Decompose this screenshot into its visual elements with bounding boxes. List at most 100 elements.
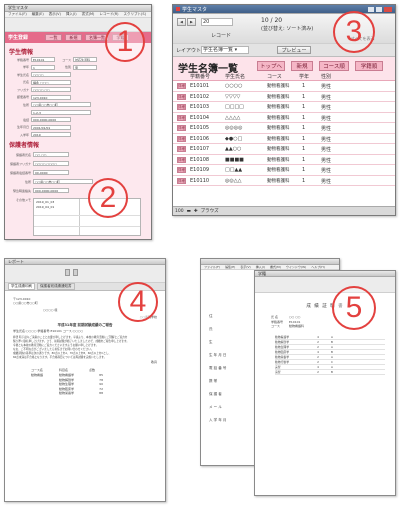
field-input[interactable]: 1-2-3 xyxy=(31,109,91,115)
zoom-in-icon[interactable]: ✚ xyxy=(194,209,198,214)
window-title: レポート xyxy=(8,258,24,264)
field-input[interactable]: 000-0000-0000 xyxy=(31,117,71,123)
detail-button-label: 詳細 xyxy=(178,115,185,120)
cell-student-id: E10104 xyxy=(190,114,210,121)
nav-id-button[interactable]: 学籍順 xyxy=(355,61,383,71)
layout-select[interactable]: 学生名簿一覧 ▾ xyxy=(201,46,249,54)
close-icon[interactable] xyxy=(384,6,392,12)
field-input[interactable]: 1 xyxy=(31,64,55,70)
field-input[interactable]: 000-0000-0000 xyxy=(33,188,69,193)
table-row[interactable]: 詳細 E10107 ▲▲○○ 動物看護科 1 男性 xyxy=(173,144,395,155)
field-input[interactable]: ○○○○ ○○○○ xyxy=(33,161,69,166)
cell-subject: 動物臨床学 xyxy=(275,349,289,354)
menu-item[interactable]: 編集(E) xyxy=(32,12,44,17)
report-title: 平成31年度 前期試験成績のご報告 xyxy=(57,322,113,327)
page-icon[interactable] xyxy=(73,269,78,276)
table-row[interactable]: 詳細 E10110 ◎◎△△ 動物看護科 1 男性 xyxy=(173,176,395,186)
field-input[interactable]: 男 xyxy=(73,64,97,70)
cell-credits: 4 xyxy=(317,334,319,339)
grades-rows: 動物看護 動物看護学 85 動物解剖学 78 動物生理学 90 動物臨床学 72 動物栄養学 88 xyxy=(31,373,157,396)
nav-course-button[interactable]: コース順 xyxy=(319,61,349,71)
table-row[interactable]: 詳細 E10105 ◎◎◎◎ 動物看護科 1 男性 xyxy=(173,123,395,134)
table-row[interactable]: 詳細 E10106 ◆●○□ 動物看護科 1 男性 xyxy=(173,134,395,144)
memo-divider xyxy=(34,215,140,216)
field-label: 学生氏名 xyxy=(16,72,29,77)
detail-button[interactable]: 詳細 xyxy=(177,146,186,152)
side-label: 住 xyxy=(209,314,213,318)
tab-roster-label: 名簿一覧 xyxy=(89,34,105,40)
table-row[interactable]: 詳細 E10109 □□▲▲ 動物看護科 1 男性 xyxy=(173,165,395,176)
menu-item[interactable]: 表示(V) xyxy=(49,12,61,17)
zoom-level[interactable]: 100 xyxy=(175,209,184,214)
detail-button[interactable]: 詳細 xyxy=(177,167,186,173)
field-input[interactable]: 123-0010 xyxy=(31,94,71,100)
detail-button-label: 詳細 xyxy=(178,147,185,151)
detail-button[interactable]: 詳細 xyxy=(177,125,186,131)
cell-sex: 男性 xyxy=(321,136,332,143)
next-record-button[interactable]: ▶ xyxy=(187,18,196,26)
table-row[interactable]: 詳細 E10103 □□□□ 動物看護科 1 男性 xyxy=(173,102,395,113)
detail-button[interactable]: 詳細 xyxy=(177,83,186,89)
detail-button[interactable]: 詳細 xyxy=(177,135,186,142)
layout-select-value: 学生名簿一覧 xyxy=(203,47,234,53)
field-input[interactable]: ○○ ○○ xyxy=(33,152,69,157)
tab-list[interactable]: 一覧 xyxy=(45,34,62,41)
tab-grade-print[interactable]: 学生成績印刷 xyxy=(8,283,35,290)
field-input[interactable]: E10101 xyxy=(31,57,55,63)
detail-button[interactable]: 詳細 xyxy=(177,104,186,110)
menu-item[interactable]: ウインドウ(W) xyxy=(286,265,306,269)
detail-button[interactable]: 詳細 xyxy=(177,93,186,100)
zoom-out-icon[interactable]: ▬ xyxy=(187,209,191,214)
nav-top-button[interactable]: トップへ xyxy=(257,61,285,71)
field-input[interactable]: ○○県○○市○○町 xyxy=(33,179,93,184)
window-titlebar[interactable]: 学生マスタ xyxy=(5,5,151,12)
menu-item[interactable]: ヘルプ(H) xyxy=(311,265,325,269)
table-row[interactable]: 詳細 E10104 △△△△ 動物看護科 1 男性 xyxy=(173,113,395,123)
detail-button[interactable]: 詳細 xyxy=(177,156,186,163)
field-input[interactable]: ○○○○ ○○ xyxy=(31,87,71,93)
menu-item[interactable]: スクリプト(S) xyxy=(124,12,146,17)
field-input[interactable]: ○○県○○市○○町 xyxy=(31,102,91,108)
menu-item[interactable]: ファイル(F) xyxy=(8,12,27,17)
nav-new-button[interactable]: 新規 xyxy=(291,61,313,71)
table-row[interactable]: 詳細 E10101 ○○○○ 動物看護科 1 男性 xyxy=(173,81,395,92)
menu-item[interactable]: 書式(M) xyxy=(270,265,281,269)
status-mode[interactable]: ブラウズ xyxy=(201,208,219,214)
detail-button[interactable]: 詳細 xyxy=(177,177,186,184)
tab-new[interactable]: 新規 xyxy=(65,34,82,41)
menu-item[interactable]: レコード(R) xyxy=(99,12,118,17)
tab-guardian-report[interactable]: 保護者宛成績通知書 xyxy=(37,283,75,290)
annotation-number-3: 3 xyxy=(333,11,375,53)
form-row: 入学年 2019 xyxy=(7,131,147,139)
menu-item[interactable]: 表示(V) xyxy=(240,265,250,269)
form-row: フリガナ ○○○○ ○○ xyxy=(7,86,147,94)
field-input[interactable]: ○○○○ xyxy=(31,72,71,78)
prev-record-button[interactable]: ◀ xyxy=(177,18,186,26)
minimize-icon[interactable] xyxy=(368,6,374,12)
field-input[interactable]: 福永 □□□ xyxy=(31,79,71,85)
maximize-icon[interactable] xyxy=(376,6,382,12)
field-input[interactable]: 対応生活科 xyxy=(73,57,97,63)
form-row: 住所 ○○県○○市○○町 xyxy=(7,177,147,186)
menu-item[interactable]: ウインドウ(W) xyxy=(151,12,152,17)
cell-student-name: △△△△ xyxy=(225,114,241,121)
cell-year: 1 xyxy=(302,167,306,173)
menu-item[interactable]: 編集(E) xyxy=(225,265,235,269)
field-input[interactable]: 2001/01/01 xyxy=(31,124,71,130)
cell-sex: 男性 xyxy=(321,105,332,111)
record-number-input[interactable]: 20 xyxy=(201,18,233,26)
student-fields: 学籍番号 E10101 コース 対応生活科 学年 1 性別男学生氏名 ○○○○ 氏名 福永 □□□… xyxy=(7,56,147,139)
cell-grade: A xyxy=(331,354,333,359)
menu-item[interactable]: ファイル(F) xyxy=(204,265,220,269)
preview-button[interactable]: プレビュー xyxy=(277,46,311,54)
table-row[interactable]: 詳細 E10102 ▽▽▽▽ 動物看護科 1 男性 xyxy=(173,92,395,102)
menu-item[interactable]: 挿入(I) xyxy=(256,265,265,269)
field-input[interactable]: 2019 xyxy=(31,132,71,138)
table-row[interactable]: 詳細 E10108 ■■■■ 動物看護科 1 男性 xyxy=(173,155,395,165)
page-icon[interactable] xyxy=(65,269,70,276)
menu-item[interactable]: 挿入(I) xyxy=(66,12,77,17)
detail-button[interactable]: 詳細 xyxy=(177,114,186,121)
menu-item[interactable]: 書式(M) xyxy=(82,12,95,17)
cell-sex: 男性 xyxy=(321,126,332,132)
field-input[interactable]: 00-0000 xyxy=(33,170,69,175)
